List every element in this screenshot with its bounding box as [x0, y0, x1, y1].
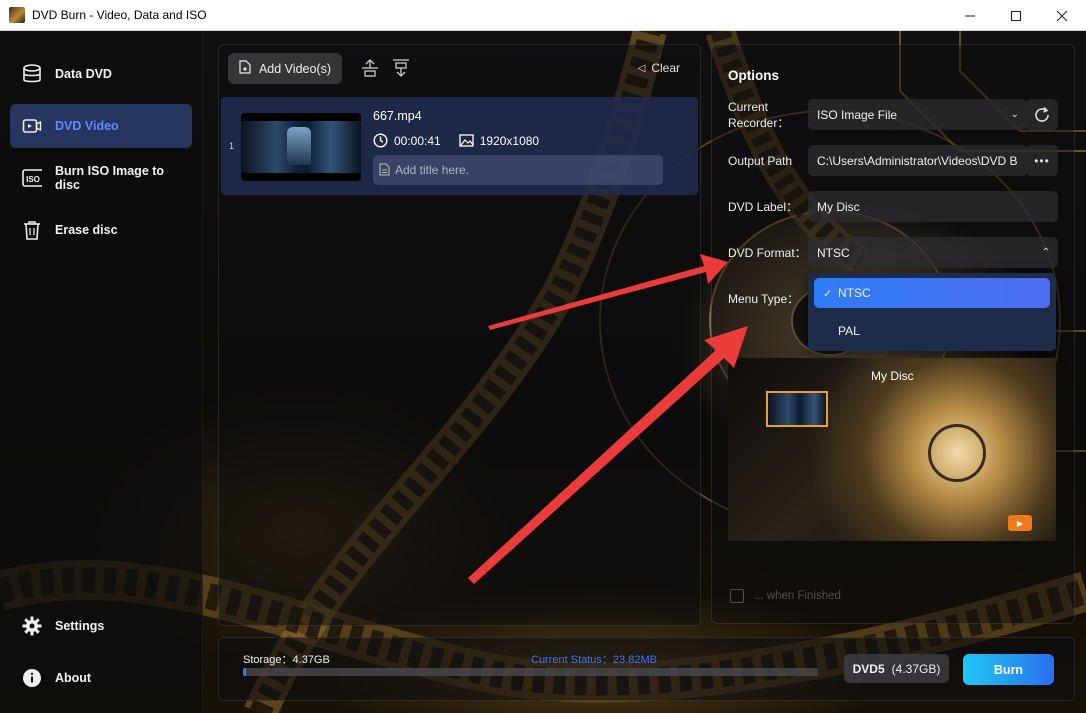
- sidebar-item-settings[interactable]: Settings: [10, 604, 192, 648]
- dvd-label-value: My Disc: [817, 199, 860, 214]
- maximize-icon: [1011, 10, 1021, 21]
- close-button[interactable]: [1039, 0, 1085, 31]
- info-icon: [22, 668, 42, 688]
- sidebar-item-about[interactable]: About: [10, 656, 192, 700]
- maximize-button[interactable]: [993, 0, 1039, 31]
- progress-fill: [243, 668, 246, 676]
- sidebar-item-data-dvd[interactable]: Data DVD: [10, 52, 192, 96]
- add-videos-button[interactable]: Add Video(s): [228, 53, 342, 84]
- checkbox[interactable]: [730, 589, 744, 603]
- clock-icon: [373, 133, 388, 148]
- file-list-panel: Add Video(s) ◁ Clear 1 667.mp4 00:00:41 …: [218, 44, 701, 626]
- dropdown-option-ntsc[interactable]: ✓ NTSC: [814, 278, 1050, 308]
- clear-label: Clear: [651, 61, 680, 75]
- output-path-field[interactable]: C:\Users\Administrator\Videos\DVD B: [808, 145, 1027, 176]
- minimize-icon: [965, 15, 975, 16]
- dvd-format-dropdown: ✓ NTSC PAL: [808, 273, 1056, 351]
- trash-icon: [22, 220, 42, 240]
- more-icon: •••: [1034, 153, 1050, 168]
- minimize-button[interactable]: [947, 0, 993, 31]
- burn-button[interactable]: Burn: [963, 654, 1054, 685]
- eraser-icon: ◁: [637, 62, 646, 74]
- dvd-format-value: NTSC: [817, 245, 850, 260]
- app-logo-icon: [9, 7, 25, 23]
- video-icon: [22, 116, 42, 136]
- clear-button[interactable]: ◁ Clear: [638, 61, 680, 75]
- preview-chapter-thumbnail[interactable]: [766, 391, 828, 427]
- close-icon: [1056, 10, 1068, 21]
- file-resolution: 1920x1080: [479, 133, 540, 148]
- title-input[interactable]: [373, 155, 663, 185]
- dvd-label-label: DVD Label：: [728, 200, 799, 214]
- sidebar-item-erase-disc[interactable]: Erase disc: [10, 208, 192, 252]
- recorder-label: Current Recorder：: [728, 100, 790, 130]
- storage-text: Storage：4.37GB: [243, 654, 330, 666]
- chevron-down-icon: ⌄: [1010, 109, 1019, 120]
- menu-preview: My Disc ▶: [728, 358, 1056, 541]
- disc-type-select[interactable]: DVD5 (4.37GB): [844, 654, 949, 683]
- title-bar: DVD Burn - Video, Data and ISO: [0, 0, 1086, 31]
- database-icon: [22, 64, 42, 84]
- file-meta: 00:00:41 1920x1080: [373, 133, 539, 148]
- recorder-select[interactable]: ISO Image File ⌄: [808, 99, 1027, 130]
- add-videos-label: Add Video(s): [258, 61, 332, 76]
- output-path-value: C:\Users\Administrator\Videos\DVD B: [817, 153, 1018, 168]
- current-status-text: Current Status：23.82MB: [531, 654, 657, 666]
- svg-text:ISO: ISO: [26, 175, 40, 184]
- finished-label: ... when Finished: [754, 590, 841, 602]
- disc-type: DVD5: [852, 661, 885, 676]
- iso-icon: ISO: [22, 168, 42, 188]
- move-down-button[interactable]: [391, 57, 411, 79]
- gear-icon: [22, 616, 42, 636]
- menu-type-label: Menu Type：: [728, 292, 800, 306]
- play-icon[interactable]: ▶: [1008, 515, 1032, 531]
- recorder-value: ISO Image File: [817, 107, 898, 122]
- sidebar: Data DVD DVD Video ISO Burn ISO Image to…: [0, 31, 203, 713]
- file-index: 1: [229, 141, 235, 151]
- sidebar-item-label: DVD Video: [55, 119, 119, 133]
- refresh-button[interactable]: [1026, 99, 1058, 130]
- option-label: NTSC: [838, 286, 871, 300]
- status-bar: Storage：4.37GB Current Status：23.82MB DV…: [218, 637, 1075, 701]
- add-file-icon: [239, 60, 251, 77]
- move-up-button[interactable]: [360, 57, 380, 79]
- file-name: 667.mp4: [373, 109, 422, 123]
- disc-capacity: (4.37GB): [891, 661, 941, 676]
- sidebar-item-dvd-video[interactable]: DVD Video: [10, 104, 192, 148]
- sidebar-item-label: Data DVD: [55, 67, 112, 81]
- dvd-format-select[interactable]: NTSC ⌃: [808, 237, 1058, 268]
- output-path-label: Output Path: [728, 154, 793, 168]
- disc-image: [928, 424, 986, 482]
- sidebar-item-label: Erase disc: [55, 223, 118, 237]
- shutdown-when-finished[interactable]: ... when Finished: [730, 589, 841, 603]
- move-up-icon: [362, 59, 378, 77]
- sidebar-item-label: Burn ISO Image to disc: [55, 164, 165, 192]
- options-heading: Options: [728, 68, 779, 83]
- file-list-item[interactable]: 1 667.mp4 00:00:41 1920x1080: [221, 97, 698, 195]
- sidebar-item-burn-iso[interactable]: ISO Burn ISO Image to disc: [10, 156, 192, 200]
- burn-label: Burn: [993, 662, 1024, 677]
- file-duration: 00:00:41: [394, 133, 441, 148]
- sidebar-item-label: Settings: [55, 619, 105, 633]
- sidebar-item-label: About: [55, 671, 92, 685]
- chevron-up-icon: ⌃: [1041, 247, 1050, 258]
- note-icon: [379, 163, 390, 179]
- dvd-format-label: DVD Format：: [728, 246, 807, 260]
- option-label: PAL: [838, 324, 860, 338]
- preview-title: My Disc: [871, 369, 914, 383]
- window-title: DVD Burn - Video, Data and ISO: [32, 8, 207, 22]
- move-down-icon: [393, 59, 409, 77]
- storage-progress-bar: [243, 668, 818, 676]
- refresh-icon: [1035, 106, 1049, 122]
- image-size-icon: [459, 134, 474, 147]
- dropdown-option-pal[interactable]: PAL: [814, 316, 1050, 346]
- browse-button[interactable]: •••: [1026, 145, 1058, 176]
- dvd-label-input[interactable]: My Disc: [808, 191, 1058, 222]
- video-thumbnail: [241, 113, 361, 181]
- check-icon: ✓: [823, 287, 833, 300]
